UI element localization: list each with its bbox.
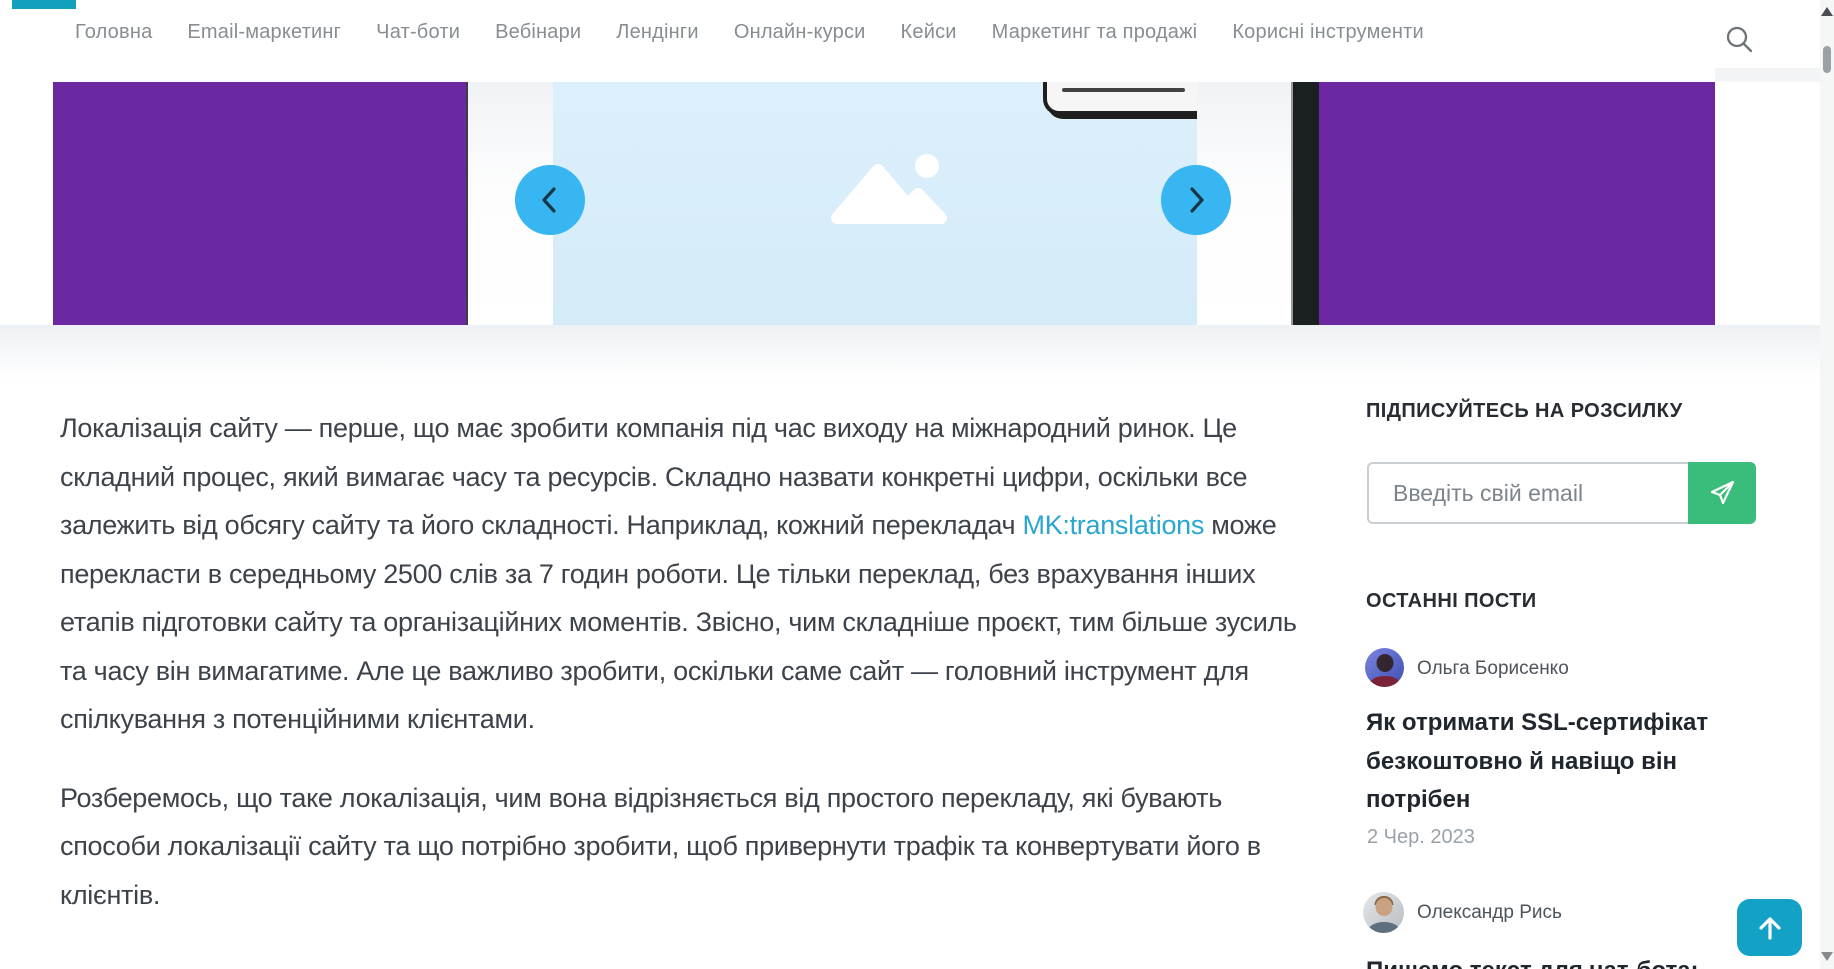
scrollbar[interactable] <box>1820 0 1834 969</box>
post-author[interactable]: Олександр Рись <box>1417 902 1562 924</box>
carousel-next-button[interactable] <box>1161 165 1231 235</box>
carousel-prev-button[interactable] <box>515 165 585 235</box>
logo-accent-bar <box>12 0 76 9</box>
recent-posts-heading: ОСТАННІ ПОСТИ <box>1366 590 1537 612</box>
avatar-body <box>1368 676 1401 687</box>
image-placeholder-icon <box>823 150 953 228</box>
nav-item-landings[interactable]: Лендінги <box>616 21 699 44</box>
avatar-head <box>1376 654 1393 672</box>
carousel-slide-next <box>1319 82 1715 325</box>
chevron-right-icon <box>1190 187 1204 213</box>
paragraph-text: може перекласти в середньому 2500 слів з… <box>60 510 1297 734</box>
article-paragraph-2: Розберемось, що таке локалізація, чим во… <box>60 782 1261 910</box>
article-paragraph-1: Локалізація сайту — перше, що має зробит… <box>60 404 1316 744</box>
article-body: Локалізація сайту — перше, що має зробит… <box>60 404 1316 949</box>
subscribe-send-button[interactable] <box>1688 462 1756 524</box>
mockup-line <box>1062 88 1185 92</box>
nav-item-online-courses[interactable]: Онлайн-курси <box>734 21 866 44</box>
hero-bottom-fade <box>0 325 1834 380</box>
hero-carousel <box>0 82 1834 325</box>
nav-item-chatbots[interactable]: Чат-боти <box>376 21 460 44</box>
avatar <box>1363 892 1404 933</box>
avatar <box>1365 648 1404 687</box>
post-title[interactable]: Як отримати SSL-сертифікат безкоштовно й… <box>1366 704 1770 820</box>
main-navigation: Головна Email-маркетинг Чат-боти Вебінар… <box>0 0 1820 64</box>
search-icon[interactable] <box>1724 24 1754 54</box>
subscribe-form <box>1367 462 1756 524</box>
browser-mockup-fragment <box>1043 82 1213 115</box>
carousel-slide-current <box>553 82 1197 325</box>
nav-item-marketing-sales[interactable]: Маркетинг та продажі <box>992 21 1198 44</box>
nav-item-email-marketing[interactable]: Email-маркетинг <box>187 21 341 44</box>
scroll-to-top-button[interactable] <box>1737 899 1802 956</box>
carousel-slide-previous <box>53 82 468 325</box>
carousel-slide-next-edge <box>1291 82 1319 325</box>
scrollbar-thumb[interactable] <box>1823 46 1831 73</box>
triangle-down-icon[interactable] <box>1821 952 1833 961</box>
arrow-up-icon <box>1758 916 1781 940</box>
triangle-up-icon[interactable] <box>1821 7 1833 16</box>
chevron-left-icon <box>542 187 556 213</box>
nav-item-webinars[interactable]: Вебінари <box>495 21 581 44</box>
avatar-head <box>1375 898 1392 916</box>
post-date: 2 Чер. 2023 <box>1367 826 1475 848</box>
subscribe-heading: ПІДПИСУЙТЕСЬ НА РОЗСИЛКУ <box>1366 400 1683 422</box>
mk-translations-link[interactable]: MK:translations <box>1023 510 1205 540</box>
avatar-body <box>1367 922 1400 933</box>
post-author[interactable]: Ольга Борисенко <box>1417 658 1569 680</box>
email-input[interactable] <box>1367 462 1688 524</box>
nav-item-cases[interactable]: Кейси <box>901 21 957 44</box>
post-title[interactable]: Пишемо текст для чат-бота: <box>1366 952 1770 969</box>
nav-item-useful-tools[interactable]: Корисні інструменти <box>1232 21 1424 44</box>
page: Головна Email-маркетинг Чат-боти Вебінар… <box>0 0 1834 969</box>
nav-item-home[interactable]: Головна <box>75 21 152 44</box>
paper-plane-icon <box>1710 480 1735 505</box>
